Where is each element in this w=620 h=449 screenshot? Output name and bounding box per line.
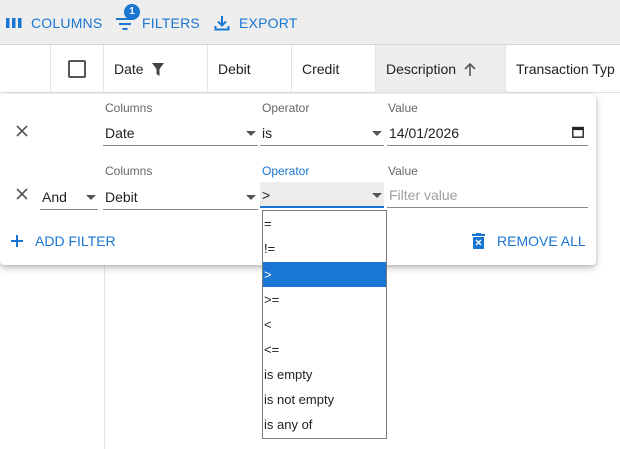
remove-all-button[interactable]: REMOVE ALL (472, 233, 586, 249)
column-header-date[interactable]: Date (104, 45, 208, 93)
dropdown-arrow-icon (372, 131, 382, 136)
add-filter-button[interactable]: ADD FILTER (10, 233, 116, 249)
dropdown-arrow-icon (86, 195, 96, 200)
column-header-date-label: Date (114, 61, 144, 77)
operator-option[interactable]: is not empty (263, 387, 386, 412)
operator-select-value: > (262, 187, 271, 203)
operator-option[interactable]: <= (263, 337, 386, 362)
operator-option-selected[interactable]: > (263, 262, 386, 287)
operator-option[interactable]: < (263, 312, 386, 337)
operator-option[interactable]: != (263, 236, 386, 261)
grid-header: Date Debit Credit Description Transactio… (0, 45, 620, 93)
operator-dropdown-list: = != > >= < <= is empty is not empty is … (262, 210, 387, 439)
delete-sweep-icon (472, 233, 485, 249)
filter-active-icon[interactable] (151, 62, 164, 76)
column-header-debit[interactable]: Debit (208, 45, 292, 93)
date-value-input[interactable]: 14/01/2026 (387, 120, 588, 146)
operator-select-value: is (262, 125, 273, 141)
operator-option[interactable]: is any of (263, 412, 386, 437)
operator-option[interactable]: = (263, 211, 386, 236)
header-spacer (0, 45, 51, 93)
export-label: EXPORT (239, 15, 298, 31)
logic-operator-value: And (42, 189, 67, 205)
filters-label: FILTERS (142, 15, 200, 31)
column-header-debit-label: Debit (218, 61, 251, 77)
select-all-checkbox-cell[interactable] (51, 45, 104, 93)
filter-value-input[interactable]: Filter value (387, 182, 588, 208)
dropdown-arrow-icon (246, 131, 256, 136)
select-all-checkbox[interactable] (68, 60, 86, 78)
column-header-description-label: Description (386, 61, 457, 77)
columns-select-value: Date (105, 125, 135, 141)
filters-count-badge: 1 (124, 4, 140, 20)
column-header-credit[interactable]: Credit (292, 45, 376, 93)
dropdown-arrow-icon (372, 193, 382, 198)
filter-value-placeholder: Filter value (389, 187, 458, 203)
value-field-label: Value (388, 164, 418, 178)
logic-operator-select[interactable]: And (40, 184, 98, 210)
columns-select-value: Debit (105, 189, 138, 205)
value-field-label: Value (388, 101, 418, 115)
sort-ascending-icon[interactable] (464, 62, 476, 76)
columns-label: COLUMNS (31, 15, 103, 31)
add-filter-label: ADD FILTER (35, 233, 116, 249)
operator-field-label: Operator (262, 164, 310, 178)
dropdown-arrow-icon (246, 195, 256, 200)
column-header-description[interactable]: Description (376, 45, 506, 93)
column-header-transaction-type-label: Transaction Typ (516, 61, 615, 77)
operator-select[interactable]: is (260, 120, 384, 146)
columns-icon (6, 18, 22, 28)
download-icon (214, 16, 230, 31)
close-icon[interactable] (14, 186, 30, 202)
date-value: 14/01/2026 (389, 125, 460, 141)
export-button[interactable]: EXPORT (214, 13, 298, 33)
columns-select[interactable]: Debit (103, 184, 258, 210)
close-icon[interactable] (14, 123, 30, 139)
column-header-transaction-type[interactable]: Transaction Typ (506, 45, 620, 93)
operator-option[interactable]: >= (263, 287, 386, 312)
plus-icon (11, 235, 23, 247)
columns-button[interactable]: COLUMNS (6, 13, 102, 33)
operator-option[interactable]: is empty (263, 362, 386, 387)
calendar-icon[interactable] (572, 126, 584, 138)
operator-field-label: Operator (262, 101, 310, 115)
columns-field-label: Columns (105, 101, 153, 115)
columns-select[interactable]: Date (103, 120, 258, 146)
operator-select-focused[interactable]: > (260, 182, 384, 208)
grid-toolbar: COLUMNS FILTERS 1 EXPORT (0, 0, 620, 44)
columns-field-label: Columns (105, 164, 153, 178)
column-header-credit-label: Credit (302, 61, 340, 77)
remove-all-label: REMOVE ALL (497, 233, 586, 249)
